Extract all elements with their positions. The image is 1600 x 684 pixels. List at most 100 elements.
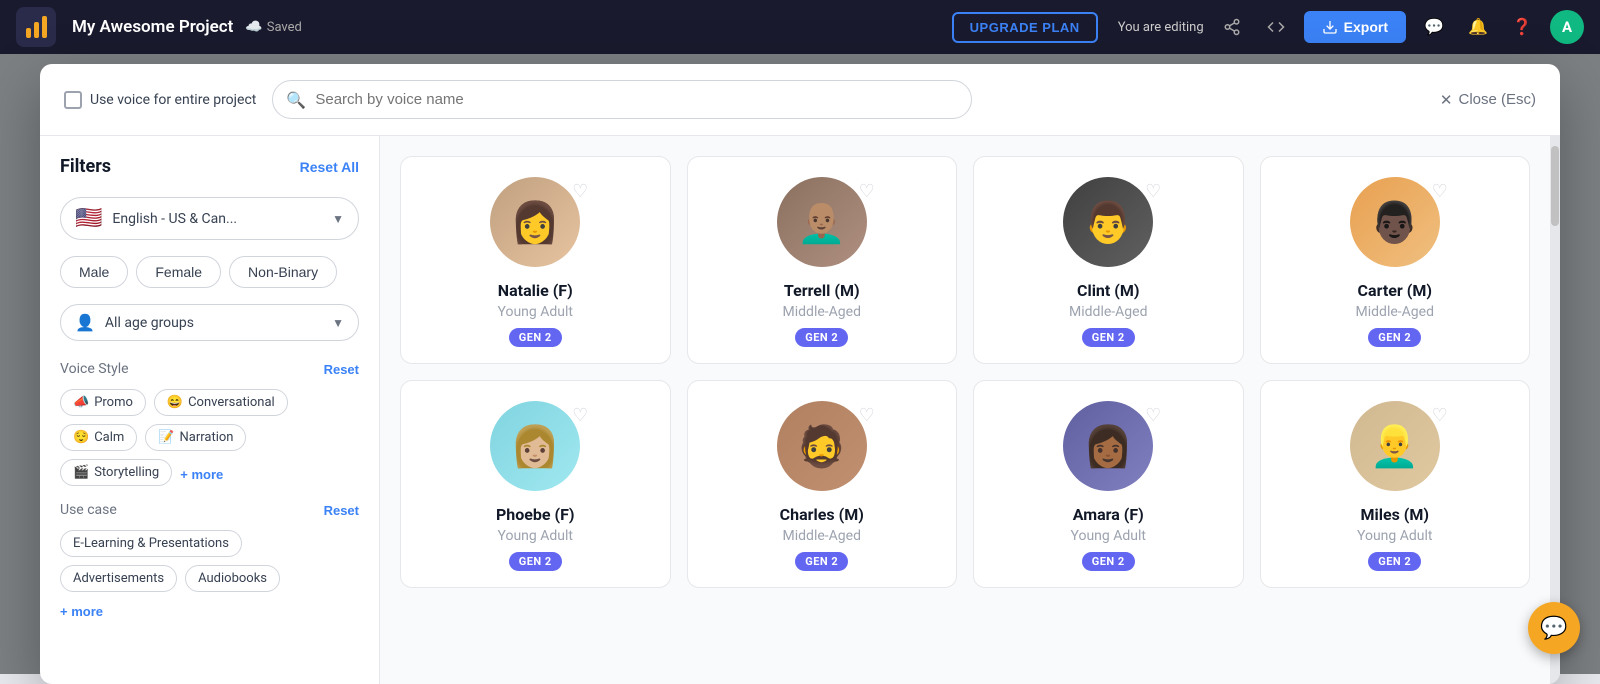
natalie-age: Young Adult [498,304,573,320]
style-promo-tag[interactable]: 📣 Promo [60,389,146,416]
help-button[interactable]: ❓ [1506,11,1538,43]
chevron-down-icon: ▼ [332,212,344,226]
gender-female-button[interactable]: Female [136,256,221,288]
usecase-ads-tag[interactable]: Advertisements [60,565,177,592]
language-selector[interactable]: 🇺🇸 English - US & Can... ▼ [60,197,359,240]
bell-button[interactable]: 🔔 [1462,11,1494,43]
export-button[interactable]: Export [1304,11,1406,43]
modal-overlay: Use voice for entire project 🔍 ✕ Close (… [0,54,1600,674]
style-calm-tag[interactable]: 😌 Calm [60,424,137,451]
voice-card-miles[interactable]: 👱‍♂️ ♡ Miles (M) Young Adult GEN 2 [1260,380,1531,588]
filters-title: Filters [60,156,111,177]
charles-favorite-button[interactable]: ♡ [859,405,875,426]
narration-emoji: 📝 [158,430,174,445]
voice-card-terrell[interactable]: 👨🏽‍🦲 ♡ Terrell (M) Middle-Aged GEN 2 [687,156,958,364]
code-button[interactable] [1260,11,1292,43]
use-voice-checkbox[interactable] [64,91,82,109]
voice-style-reset-button[interactable]: Reset [324,362,359,377]
terrell-favorite-button[interactable]: ♡ [859,181,875,202]
editing-label: You are editing [1118,20,1204,35]
natalie-name: Natalie (F) [498,281,573,300]
gender-nonbinary-button[interactable]: Non-Binary [229,256,337,288]
charles-avatar: 🧔 [777,401,867,491]
usecase-audiobooks-tag[interactable]: Audiobooks [185,565,280,592]
language-text: English - US & Can... [112,211,322,227]
phoebe-name: Phoebe (F) [496,505,575,524]
amara-gen-badge: GEN 2 [1082,552,1135,571]
age-text: All age groups [105,315,322,331]
use-case-title: Use case [60,502,117,518]
style-narration-tag[interactable]: 📝 Narration [145,424,246,451]
person-icon: 👤 [75,313,95,332]
cloud-icon: ☁️ [245,19,262,35]
flag-icon: 🇺🇸 [75,206,102,231]
upgrade-button[interactable]: UPGRADE PLAN [952,12,1098,43]
download-icon [1322,19,1338,35]
use-voice-area: Use voice for entire project [64,91,256,109]
clint-gen-badge: GEN 2 [1082,328,1135,347]
promo-emoji: 📣 [73,395,89,410]
chat-icon-btn[interactable]: 💬 [1418,11,1450,43]
style-storytelling-tag[interactable]: 🎬 Storytelling [60,459,172,486]
clint-favorite-button[interactable]: ♡ [1145,181,1161,202]
age-selector[interactable]: 👤 All age groups ▼ [60,304,359,341]
use-case-reset-button[interactable]: Reset [324,503,359,518]
age-chevron-icon: ▼ [332,316,344,330]
amara-age: Young Adult [1071,528,1146,544]
clint-avatar-wrap: 👨 ♡ [1063,177,1153,267]
style-conversational-tag[interactable]: 😄 Conversational [154,389,288,416]
voice-card-clint[interactable]: 👨 ♡ Clint (M) Middle-Aged GEN 2 [973,156,1244,364]
voice-card-amara[interactable]: 👩🏾 ♡ Amara (F) Young Adult GEN 2 [973,380,1244,588]
amara-avatar-wrap: 👩🏾 ♡ [1063,401,1153,491]
phoebe-gen-badge: GEN 2 [509,552,562,571]
topbar: My Awesome Project ☁️ Saved UPGRADE PLAN… [0,0,1600,54]
miles-favorite-button[interactable]: ♡ [1432,405,1448,426]
voice-card-charles[interactable]: 🧔 ♡ Charles (M) Middle-Aged GEN 2 [687,380,958,588]
search-icon: 🔍 [286,90,306,109]
close-button[interactable]: ✕ Close (Esc) [1440,91,1536,109]
user-avatar[interactable]: A [1550,10,1584,44]
more-usecases-button[interactable]: + more [60,604,103,619]
amara-name: Amara (F) [1073,505,1144,524]
phoebe-favorite-button[interactable]: ♡ [572,405,588,426]
clint-name: Clint (M) [1077,281,1140,300]
voice-card-phoebe[interactable]: 👩🏼 ♡ Phoebe (F) Young Adult GEN 2 [400,380,671,588]
natalie-avatar: 👩 [490,177,580,267]
clint-age: Middle-Aged [1069,304,1147,320]
charles-name: Charles (M) [780,505,864,524]
voice-search-input[interactable] [272,80,972,119]
carter-avatar-wrap: 👨🏿 ♡ [1350,177,1440,267]
voice-style-title: Voice Style [60,361,129,377]
share-button[interactable] [1216,11,1248,43]
search-container: 🔍 [272,80,972,119]
logo [16,7,56,47]
carter-age: Middle-Aged [1356,304,1434,320]
phoebe-avatar-wrap: 👩🏼 ♡ [490,401,580,491]
gender-male-button[interactable]: Male [60,256,128,288]
conversational-emoji: 😄 [167,395,183,410]
voice-picker-modal: Use voice for entire project 🔍 ✕ Close (… [40,64,1560,684]
more-styles-button[interactable]: + more [180,463,223,486]
voices-grid: 👩 ♡ Natalie (F) Young Adult GEN 2 [400,156,1530,588]
terrell-age: Middle-Aged [783,304,861,320]
filters-header: Filters Reset All [60,156,359,177]
phoebe-age: Young Adult [498,528,573,544]
usecase-elearning-tag[interactable]: E-Learning & Presentations [60,530,242,557]
chat-bubble-button[interactable]: 💬 [1528,602,1580,654]
gender-filter-group: Male Female Non-Binary [60,256,359,288]
voice-card-natalie[interactable]: 👩 ♡ Natalie (F) Young Adult GEN 2 [400,156,671,364]
charles-gen-badge: GEN 2 [795,552,848,571]
reset-all-button[interactable]: Reset All [300,159,359,175]
miles-age: Young Adult [1357,528,1432,544]
logo-icon [26,16,47,38]
project-title: My Awesome Project [72,17,233,37]
amara-favorite-button[interactable]: ♡ [1145,405,1161,426]
voice-card-carter[interactable]: 👨🏿 ♡ Carter (M) Middle-Aged GEN 2 [1260,156,1531,364]
code-icon [1267,18,1285,36]
natalie-favorite-button[interactable]: ♡ [572,181,588,202]
miles-name: Miles (M) [1360,505,1429,524]
miles-gen-badge: GEN 2 [1368,552,1421,571]
modal-header: Use voice for entire project 🔍 ✕ Close (… [40,64,1560,136]
carter-avatar: 👨🏿 [1350,177,1440,267]
carter-favorite-button[interactable]: ♡ [1432,181,1448,202]
